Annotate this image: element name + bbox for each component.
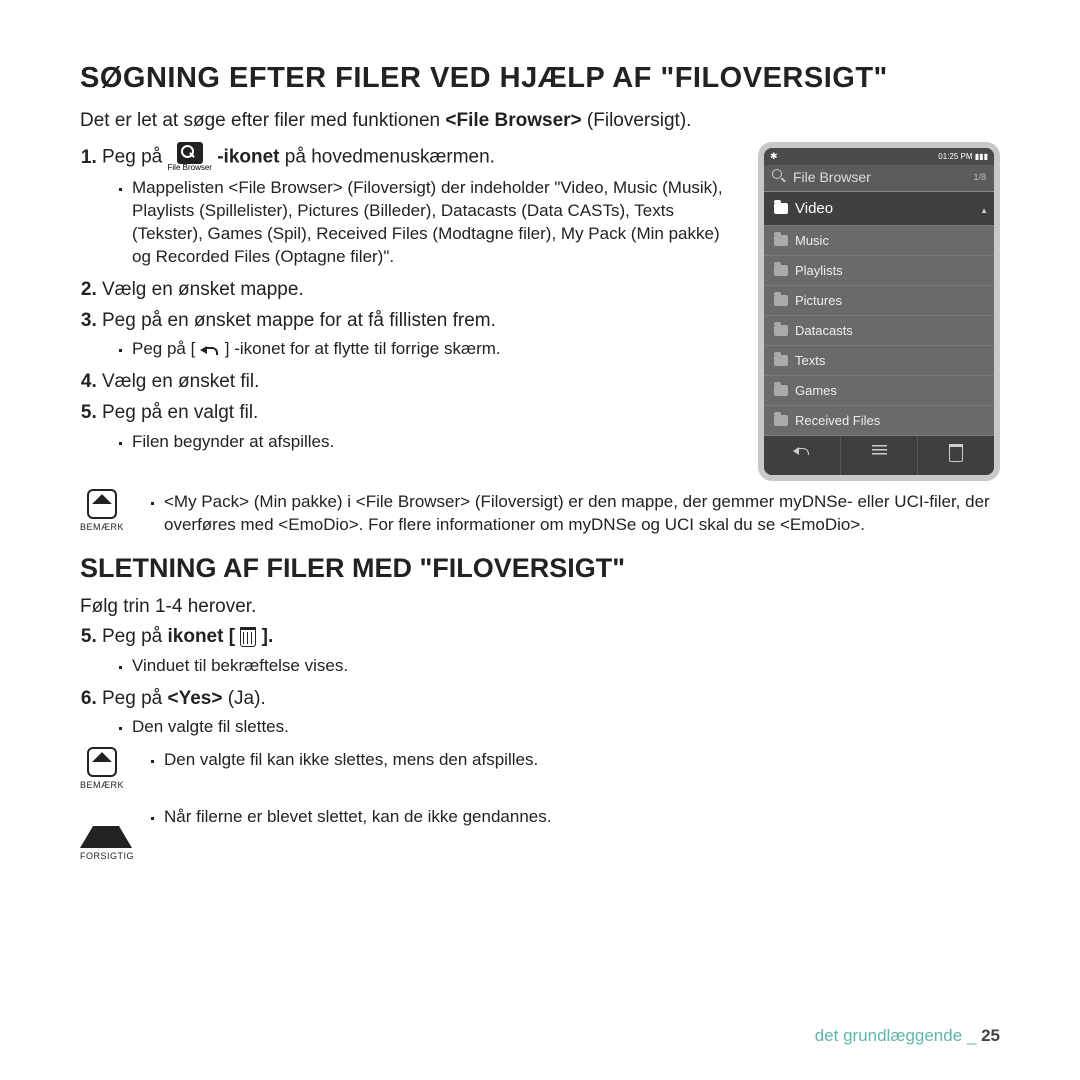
del5-b: ikonet [ bbox=[168, 626, 241, 647]
intro-paragraph: Det er let at søge efter filer med funkt… bbox=[80, 110, 1000, 132]
page-heading: SØGNING EFTER FILER VED HJÆLP AF "FILOVE… bbox=[80, 60, 1000, 96]
note-block-1: BEMÆRK <My Pack> (Min pakke) i <File Bro… bbox=[80, 489, 1000, 539]
del6-c: (Ja). bbox=[222, 688, 265, 709]
section-heading-2: SLETNING AF FILER MED "FILOVERSIGT" bbox=[80, 553, 1000, 584]
caution-icon bbox=[80, 804, 132, 848]
device-item-datacasts: Datacasts bbox=[764, 316, 994, 346]
step3-sub: Peg på [ ] -ikonet for at flytte til for… bbox=[132, 338, 736, 361]
folder-icon bbox=[774, 355, 788, 366]
folder-icon bbox=[774, 325, 788, 336]
del5-sub: Vinduet til bekræftelse vises. bbox=[132, 655, 1000, 678]
del5-a: Peg på bbox=[102, 626, 168, 647]
step1-bold: -ikonet bbox=[217, 147, 279, 168]
device-screenshot: ✱ 01:25 PM ▮▮▮ File Browser 1/8 ▲ Video … bbox=[758, 142, 1000, 481]
device-item-received: Received Files bbox=[764, 406, 994, 436]
step-3: Peg på en ønsket mappe for at få fillist… bbox=[102, 308, 736, 362]
footer-page: 25 bbox=[981, 1026, 1000, 1045]
device-titlebar: File Browser 1/8 bbox=[764, 165, 994, 192]
note-icon bbox=[87, 747, 117, 777]
step3-sub-b: ] -ikonet for at flytte til forrige skær… bbox=[220, 339, 501, 358]
del6-b: <Yes> bbox=[168, 688, 223, 709]
trash-icon bbox=[949, 444, 963, 462]
note1-text: <My Pack> (Min pakke) i <File Browser> (… bbox=[164, 491, 1000, 537]
caution-label: FORSIGTIG bbox=[80, 851, 124, 861]
folder-icon bbox=[774, 235, 788, 246]
device-statusbar: ✱ 01:25 PM ▮▮▮ bbox=[764, 148, 994, 165]
step5-sub: Filen begynder at afspilles. bbox=[132, 431, 736, 454]
step1-text-a: Peg på bbox=[102, 147, 168, 168]
footer-section: det grundlæggende _ bbox=[815, 1026, 981, 1045]
scroll-up-arrow: ▲ bbox=[980, 206, 988, 215]
caution-text: Når filerne er blevet slettet, kan de ik… bbox=[164, 806, 551, 829]
device-trash-button bbox=[918, 436, 994, 475]
menu-lines-icon bbox=[872, 445, 887, 457]
bluetooth-icon: ✱ bbox=[770, 151, 778, 162]
device-item-music: Music bbox=[764, 226, 994, 256]
note-label-2: BEMÆRK bbox=[80, 780, 124, 790]
device-item-texts: Texts bbox=[764, 346, 994, 376]
device-item-playlists: Playlists bbox=[764, 256, 994, 286]
device-list: Video Music Playlists Pictures Datacasts… bbox=[764, 192, 994, 436]
del-step-6: Peg på <Yes> (Ja). Den valgte fil slette… bbox=[102, 686, 1000, 740]
note2-text: Den valgte fil kan ikke slettes, mens de… bbox=[164, 749, 538, 772]
caution-block: FORSIGTIG Når filerne er blevet slettet,… bbox=[80, 804, 1000, 861]
note-block-2: BEMÆRK Den valgte fil kan ikke slettes, … bbox=[80, 747, 1000, 790]
device-bottom-bar bbox=[764, 436, 994, 475]
step5-text: Peg på en valgt fil. bbox=[102, 402, 258, 423]
note-icon bbox=[87, 489, 117, 519]
device-time: 01:25 PM ▮▮▮ bbox=[938, 152, 988, 161]
step3-sub-a: Peg på [ bbox=[132, 339, 200, 358]
note-label: BEMÆRK bbox=[80, 522, 124, 532]
device-item-games: Games bbox=[764, 376, 994, 406]
trash-icon bbox=[240, 627, 256, 647]
step-1: Peg på File Browser -ikonet på hovedmenu… bbox=[102, 142, 736, 269]
back-arrow-icon bbox=[793, 445, 811, 457]
step1-text-c: på hovedmenuskærmen. bbox=[280, 147, 495, 168]
folder-icon bbox=[774, 385, 788, 396]
device-item-pictures: Pictures bbox=[764, 286, 994, 316]
folder-icon bbox=[774, 203, 788, 214]
follow-steps: Følg trin 1-4 herover. bbox=[80, 596, 1000, 618]
intro-text-c: (Filoversigt). bbox=[582, 110, 692, 131]
folder-icon bbox=[774, 265, 788, 276]
device-count: 1/8 bbox=[973, 172, 986, 182]
back-icon bbox=[200, 343, 220, 357]
file-browser-icon: File Browser bbox=[168, 142, 212, 173]
folder-icon bbox=[774, 295, 788, 306]
step-5: Peg på en valgt fil. Filen begynder at a… bbox=[102, 400, 736, 454]
del5-c: ]. bbox=[256, 626, 273, 647]
page-footer: det grundlæggende _ 25 bbox=[815, 1026, 1000, 1046]
step1-sub: Mappelisten <File Browser> (Filoversigt)… bbox=[132, 177, 736, 269]
del-step-5: Peg på ikonet [ ]. Vinduet til bekræftel… bbox=[102, 624, 1000, 678]
battery-icon: ▮▮▮ bbox=[975, 152, 988, 161]
intro-text-a: Det er let at søge efter filer med funkt… bbox=[80, 110, 445, 131]
del6-sub: Den valgte fil slettes. bbox=[132, 716, 1000, 739]
device-back-button bbox=[764, 436, 841, 475]
step3-text: Peg på en ønsket mappe for at få fillist… bbox=[102, 310, 496, 331]
device-title-text: File Browser bbox=[793, 169, 871, 185]
intro-bold: <File Browser> bbox=[445, 110, 581, 131]
step-4: Vælg en ønsket fil. bbox=[102, 369, 736, 396]
device-menu-button bbox=[841, 436, 918, 475]
search-icon bbox=[772, 169, 788, 185]
del6-a: Peg på bbox=[102, 688, 168, 709]
device-item-video: Video bbox=[764, 192, 994, 226]
step-2: Vælg en ønsket mappe. bbox=[102, 277, 736, 304]
folder-icon bbox=[774, 415, 788, 426]
